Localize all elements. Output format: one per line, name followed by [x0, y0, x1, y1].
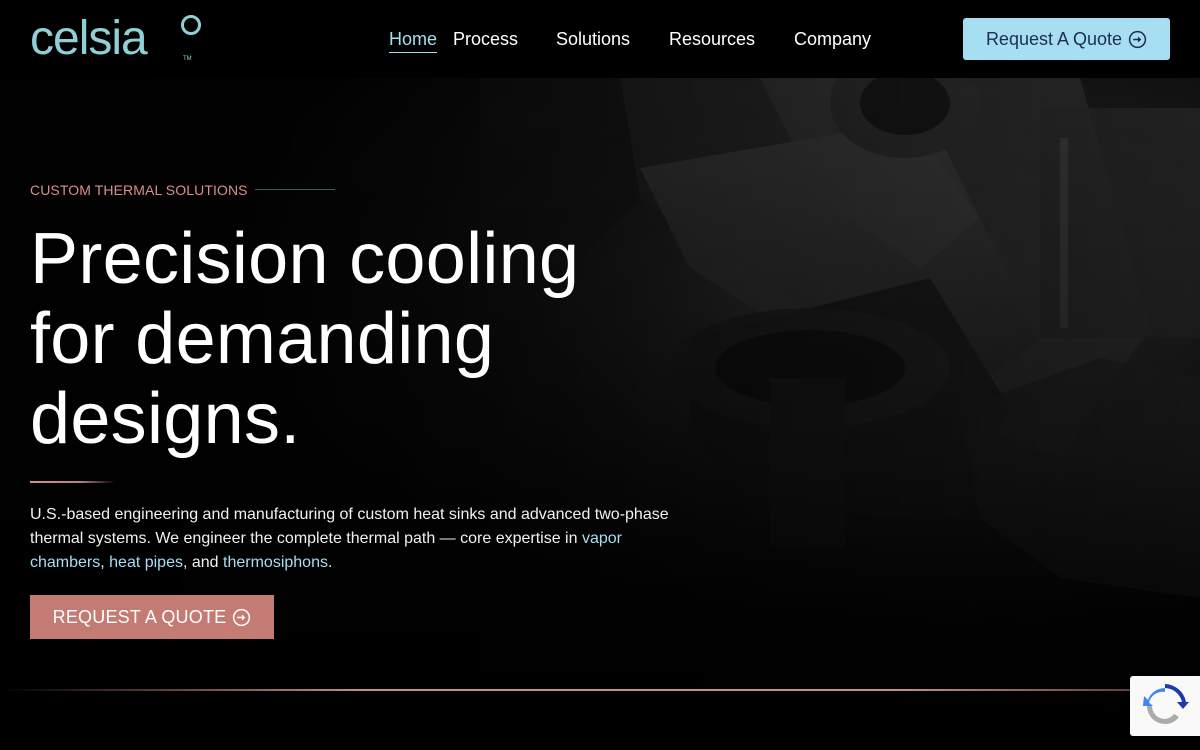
hero-eyebrow: CUSTOM THERMAL SOLUTIONS — [30, 182, 248, 198]
nav-process[interactable]: Process — [453, 28, 518, 50]
nav-active-underline — [389, 52, 437, 53]
headline-line-3: designs. — [30, 379, 301, 459]
description-end: . — [327, 554, 333, 571]
site-header: celsia TM Home Process Solutions Resourc… — [0, 0, 1200, 78]
hero-headline: Precision cooling for demanding designs. — [30, 219, 670, 459]
recaptcha-badge[interactable] — [1130, 676, 1200, 736]
circle-arrow-icon — [233, 608, 251, 626]
description-intro: U.S.-based engineering and manufacturing… — [30, 506, 669, 547]
description-sep-2: , and — [182, 554, 224, 571]
hero-description: U.S.-based engineering and manufacturing… — [30, 503, 690, 575]
celsia-logo[interactable]: celsia TM — [30, 14, 205, 64]
logo-degree-mark — [181, 15, 201, 35]
circle-arrow-icon — [1128, 30, 1147, 48]
logo-wordmark: celsia — [30, 12, 148, 65]
nav-solutions[interactable]: Solutions — [556, 28, 630, 50]
nav-resources[interactable]: Resources — [669, 28, 755, 50]
hero-section: CUSTOM THERMAL SOLUTIONS Precision cooli… — [0, 78, 1200, 750]
logo-trademark: TM — [183, 56, 192, 62]
headline-accent-rule — [30, 481, 115, 483]
page: celsia TM Home Process Solutions Resourc… — [0, 0, 1200, 750]
nav-company[interactable]: Company — [794, 28, 871, 50]
headline-line-1: Precision cooling — [30, 219, 580, 299]
hero-bottom-divider — [0, 689, 1200, 691]
eyebrow-divider — [255, 189, 335, 190]
request-quote-hero-label: REQUEST A QUOTE — [52, 606, 227, 627]
request-quote-header-label: Request A Quote — [985, 28, 1123, 49]
link-thermosiphons[interactable]: thermosiphons — [223, 554, 328, 571]
headline-line-2: for demanding — [30, 299, 495, 379]
description-sep-1: , — [100, 554, 110, 571]
nav-home[interactable]: Home — [389, 28, 437, 50]
request-quote-hero-button[interactable]: REQUEST A QUOTE — [30, 595, 274, 639]
request-quote-header-button[interactable]: Request A Quote — [963, 18, 1170, 60]
link-heat-pipes[interactable]: heat pipes — [109, 554, 183, 571]
recaptcha-icon — [1143, 684, 1189, 724]
